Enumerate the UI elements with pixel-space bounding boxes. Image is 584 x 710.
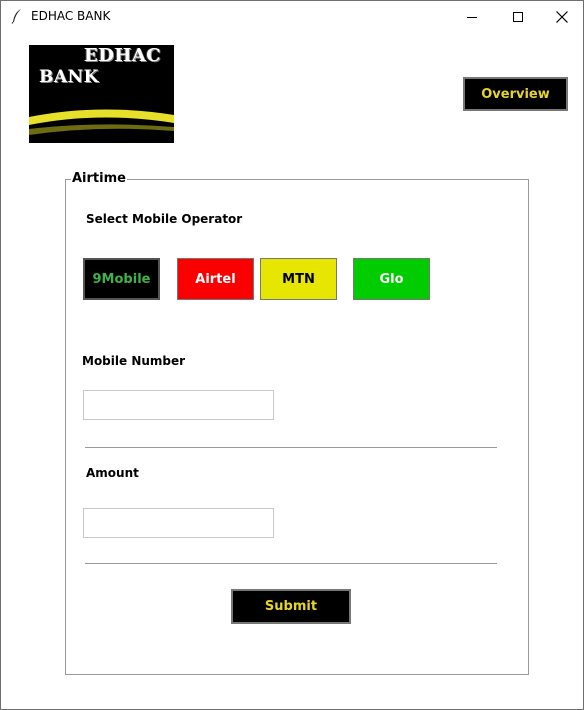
submit-button[interactable]: Submit: [231, 589, 351, 624]
amount-label: Amount: [86, 466, 139, 480]
amount-input[interactable]: [83, 508, 274, 538]
maximize-icon: [513, 11, 523, 22]
divider: [85, 447, 497, 448]
operator-prompt: Select Mobile Operator: [86, 212, 243, 226]
minimize-button[interactable]: [449, 1, 495, 32]
airtime-group-title: Airtime: [71, 171, 127, 186]
close-icon: [556, 10, 568, 23]
operator-mtn-button[interactable]: MTN: [260, 258, 337, 300]
close-button[interactable]: [539, 1, 584, 32]
title-bar[interactable]: EDHAC BANK: [1, 1, 583, 32]
mobile-number-input[interactable]: [83, 390, 274, 420]
app-window: EDHAC BANK EDHAC BANK Overview Airtime S…: [0, 0, 584, 710]
mobile-number-label: Mobile Number: [82, 354, 186, 368]
feather-icon: [11, 8, 23, 24]
minimize-icon: [467, 16, 477, 18]
divider: [85, 563, 497, 564]
logo-text-bank: BANK: [39, 67, 99, 87]
window-title: EDHAC BANK: [31, 9, 111, 23]
operator-9mobile-button[interactable]: 9Mobile: [83, 258, 160, 300]
bank-logo: EDHAC BANK: [29, 45, 174, 143]
overview-button[interactable]: Overview: [463, 77, 568, 111]
maximize-button[interactable]: [495, 1, 541, 32]
operator-glo-button[interactable]: Glo: [353, 258, 430, 300]
operator-airtel-button[interactable]: Airtel: [177, 258, 254, 300]
logo-text-edhac: EDHAC: [84, 45, 162, 66]
